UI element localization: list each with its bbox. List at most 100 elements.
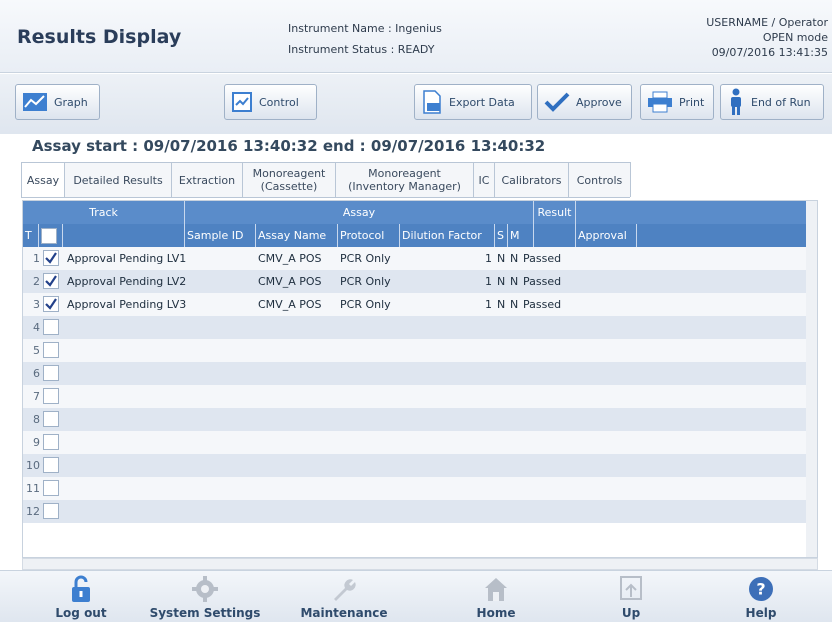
export-data-button[interactable]: Export Data	[414, 84, 532, 120]
tab-calibrators[interactable]: Calibrators	[494, 162, 569, 197]
graph-button-label: Graph	[54, 95, 88, 109]
table-row[interactable]: 11	[23, 477, 817, 500]
table-row[interactable]: 3 Approval Pending LV3 CMV_A POS PCR Only 1 N…	[23, 293, 817, 316]
row-checkbox[interactable]	[43, 388, 59, 404]
table-column-header: T Sample ID Assay Name Protocol Dilution…	[23, 224, 817, 247]
table-row[interactable]: 1 Approval Pending LV1 CMV_A POS PCR Only 1 N…	[23, 247, 817, 270]
approve-button[interactable]: Approve	[537, 84, 632, 120]
help-label: Help	[745, 606, 777, 620]
group-header-result: Result	[534, 201, 576, 224]
tab-monoreagent-cassette[interactable]: Monoreagent (Cassette)	[242, 162, 336, 197]
row-checkbox[interactable]	[43, 434, 59, 450]
row-number: 1	[33, 252, 40, 265]
printer-icon	[648, 91, 672, 113]
graph-icon	[23, 93, 47, 111]
cell-result: Passed	[523, 298, 562, 311]
table-row[interactable]: 7	[23, 385, 817, 408]
tab-ic[interactable]: IC	[473, 162, 495, 197]
table-row[interactable]: 2 Approval Pending LV2 CMV_A POS PCR Only 1 N…	[23, 270, 817, 293]
home-button[interactable]: Home	[441, 575, 551, 620]
table-row[interactable]: 6	[23, 362, 817, 385]
row-checkbox[interactable]	[43, 503, 59, 519]
col-header-approval[interactable]: Approval	[576, 224, 637, 247]
footer-nav: Log out System Settings Maintenance Home…	[0, 570, 832, 622]
row-number: 5	[33, 344, 40, 357]
table-group-header: Track Assay Result	[23, 201, 817, 224]
username: USERNAME / Operator	[706, 16, 828, 29]
assay-run-info: Assay start : 09/07/2016 13:40:32 end : …	[32, 137, 546, 155]
table-row[interactable]: 9	[23, 431, 817, 454]
table-row[interactable]: 4	[23, 316, 817, 339]
person-icon	[731, 88, 741, 115]
group-header-assay: Assay	[185, 201, 534, 224]
col-header-assay-name[interactable]: Assay Name	[256, 224, 338, 247]
home-label: Home	[476, 606, 516, 620]
row-number: 8	[33, 413, 40, 426]
col-header-select-all[interactable]	[39, 224, 63, 247]
system-settings-label: System Settings	[149, 606, 261, 620]
row-checkbox[interactable]	[43, 250, 59, 266]
table-row[interactable]: 12	[23, 500, 817, 523]
row-checkbox[interactable]	[43, 480, 59, 496]
help-icon: ?	[749, 577, 773, 601]
print-button[interactable]: Print	[640, 84, 714, 120]
col-header-track	[63, 224, 185, 247]
horizontal-scrollbar[interactable]	[22, 558, 818, 570]
vertical-scrollbar[interactable]	[806, 201, 817, 557]
row-checkbox[interactable]	[43, 457, 59, 473]
row-checkbox[interactable]	[43, 411, 59, 427]
row-number: 7	[33, 390, 40, 403]
cell-protocol: PCR Only	[340, 252, 391, 265]
table-row[interactable]: 5	[23, 339, 817, 362]
approve-button-label: Approve	[576, 95, 622, 109]
col-header-sample-id[interactable]: Sample ID	[185, 224, 256, 247]
table-row[interactable]: 8	[23, 408, 817, 431]
help-button[interactable]: ? Help	[706, 575, 816, 620]
up-label: Up	[621, 606, 641, 620]
row-checkbox[interactable]	[43, 319, 59, 335]
up-icon	[620, 576, 642, 600]
home-icon	[485, 578, 507, 601]
end-of-run-button[interactable]: End of Run	[720, 84, 824, 120]
row-checkbox[interactable]	[43, 273, 59, 289]
cell-protocol: PCR Only	[340, 298, 391, 311]
check-icon	[45, 252, 57, 264]
select-all-checkbox[interactable]	[41, 227, 57, 244]
col-header-s[interactable]: S	[495, 224, 508, 247]
results-table: Track Assay Result T Sample ID Assay Nam…	[22, 200, 818, 558]
row-number: 6	[33, 367, 40, 380]
row-checkbox[interactable]	[43, 365, 59, 381]
control-button-label: Control	[259, 95, 299, 109]
cell-s: N	[497, 275, 506, 288]
cell-assay-name: CMV_A POS	[258, 275, 322, 288]
col-header-m[interactable]: M	[508, 224, 534, 247]
up-button[interactable]: Up	[576, 575, 686, 620]
table-row[interactable]: 10	[23, 454, 817, 477]
cell-track: Approval Pending LV3	[67, 298, 187, 311]
maintenance-button[interactable]: Maintenance	[289, 575, 399, 620]
tab-monoreagent-inventory[interactable]: Monoreagent (Inventory Manager)	[335, 162, 474, 197]
control-button[interactable]: Control	[224, 84, 317, 120]
group-header-track: Track	[23, 201, 185, 224]
system-settings-button[interactable]: System Settings	[150, 575, 260, 620]
col-header-dilution-factor[interactable]: Dilution Factor	[400, 224, 495, 247]
tab-bar: Assay Detailed Results Extraction Monore…	[21, 162, 631, 198]
row-checkbox[interactable]	[43, 296, 59, 312]
row-checkbox[interactable]	[43, 342, 59, 358]
cell-assay-name: CMV_A POS	[258, 252, 322, 265]
page-title: Results Display	[17, 26, 182, 48]
tab-controls[interactable]: Controls	[568, 162, 631, 197]
cell-result: Passed	[523, 275, 562, 288]
cell-dilution-factor: 1	[485, 252, 492, 265]
logout-button[interactable]: Log out	[26, 575, 136, 620]
control-icon	[232, 92, 252, 112]
graph-button[interactable]: Graph	[15, 84, 100, 120]
cell-result: Passed	[523, 252, 562, 265]
tab-extraction[interactable]: Extraction	[171, 162, 243, 197]
tab-assay[interactable]: Assay	[21, 162, 65, 197]
cell-protocol: PCR Only	[340, 275, 391, 288]
row-number: 3	[33, 298, 40, 311]
row-number: 10	[26, 459, 40, 472]
tab-detailed-results[interactable]: Detailed Results	[64, 162, 172, 197]
col-header-protocol[interactable]: Protocol	[338, 224, 400, 247]
